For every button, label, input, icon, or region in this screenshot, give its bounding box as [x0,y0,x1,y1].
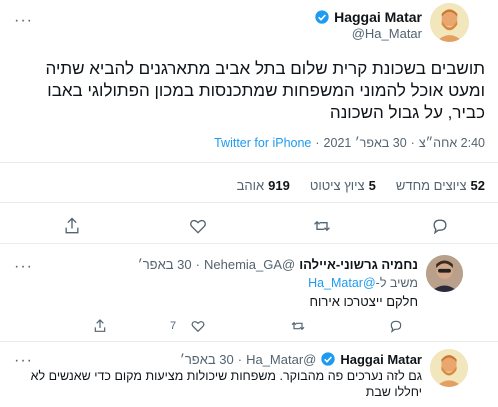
tweet-source[interactable]: Twitter for iPhone [214,136,311,150]
retweets-label: ציוצים מחדש [395,178,467,193]
reply-icon[interactable] [430,216,450,236]
quotes-stat[interactable]: 5ציוץ ציטוט [310,178,376,193]
retweet-icon[interactable] [312,216,332,236]
retweets-count: 52 [470,178,485,193]
avatar-illustration [430,3,469,42]
divider [0,243,498,244]
share-icon[interactable] [92,318,108,334]
tweet-stats: 52ציוצים מחדש 5ציוץ ציטוט 919אוהב [237,178,485,193]
reply-text: חלקם ייצטרכו אירוח [309,294,418,309]
reply-author-name[interactable]: Haggai Matar [340,352,422,367]
meta-separator: · [195,257,200,272]
reply-author-name[interactable]: נחמיה גרשוני-איילהו [299,257,418,272]
likes-stat[interactable]: 919אוהב [237,178,290,193]
avatar-illustration [430,349,468,387]
avatar-photo [426,255,463,292]
quotes-label: ציוץ ציטוט [309,178,365,193]
reply-icon[interactable] [388,318,404,334]
tweet-text: תושבים בשכונת קרית שלום בתל אביב מתארגני… [45,59,485,122]
author-name-text: Haggai Matar [334,9,422,25]
heart-icon[interactable] [190,318,206,334]
replying-to: משיב ל-@Ha_Matar [308,276,418,290]
more-dots-icon[interactable]: ··· [14,258,33,276]
likes-label: אוהב [236,178,265,193]
retweets-stat[interactable]: 52ציוצים מחדש [396,178,485,193]
verified-badge-icon [321,352,336,366]
reply-author-handle[interactable]: @Nehemia_GA [204,257,295,272]
likes-count: 919 [268,178,290,193]
reply-avatar[interactable] [426,255,463,292]
more-dots-icon[interactable]: ··· [14,12,33,30]
meta-separator: · [315,136,320,150]
meta-separator: · [237,351,243,367]
share-icon[interactable] [62,216,82,236]
author-name[interactable]: Haggai Matar [314,9,422,25]
retweet-icon[interactable] [290,318,306,334]
replying-prefix: משיב ל- [375,276,418,290]
replying-to-link[interactable]: @Ha_Matar [308,276,376,290]
author-handle[interactable]: @Ha_Matar [352,26,422,41]
author-avatar[interactable] [430,3,469,42]
reply-header: Haggai Matar @Ha_Matar · 30 באפר׳ [180,351,422,367]
reply-text: גם לזה נערכים פה מהבוקר. משפחות שיכולות … [30,369,422,399]
divider [0,341,498,342]
verified-badge-icon [315,10,329,24]
reply-actions: 7 [0,318,498,336]
reply-header: נחמיה גרשוני-איילהו @Nehemia_GA · 30 באפ… [138,257,418,272]
like-count: 7 [170,320,177,332]
tweet-date[interactable]: 30 באפר׳ 2021 [324,136,407,150]
meta-separator: · [410,136,415,150]
reply-time[interactable]: 30 באפר׳ [180,352,234,367]
quotes-count: 5 [368,178,376,193]
divider [0,202,498,203]
reply-avatar[interactable] [430,349,468,387]
tweet-actions [0,214,498,238]
reply-time[interactable]: 30 באפר׳ [138,257,192,272]
tweet-meta: 2:40 אחה״צ · 30 באפר׳ 2021 · Twitter for… [214,136,485,150]
divider [0,162,498,163]
heart-icon[interactable] [188,216,208,236]
tweet-time[interactable]: 2:40 אחה״צ [419,136,485,150]
reply-author-handle[interactable]: @Ha_Matar [246,352,316,367]
